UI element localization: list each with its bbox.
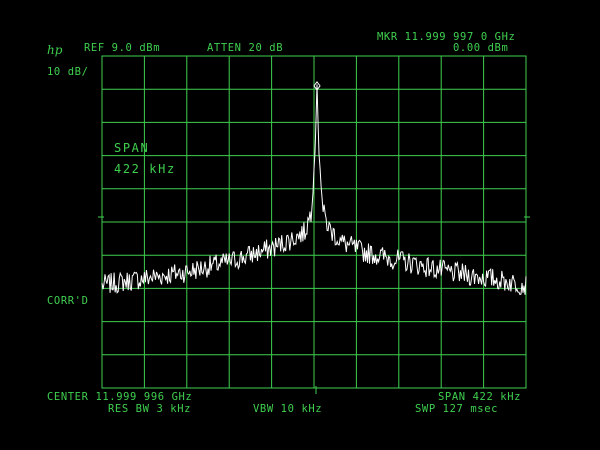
ref-level-readout: REF 9.0 dBm bbox=[84, 42, 161, 54]
resolution-bandwidth-readout: RES BW 3 kHz bbox=[108, 403, 192, 415]
span-title: SPAN bbox=[114, 141, 150, 155]
attenuation-readout: ATTEN 20 dB bbox=[207, 42, 284, 54]
center-frequency-readout: CENTER 11.999 996 GHz bbox=[47, 391, 193, 403]
spectrum-display bbox=[98, 55, 530, 394]
marker-level-readout: 0.00 dBm bbox=[453, 42, 509, 54]
graticule bbox=[98, 55, 530, 394]
hp-logo: hp bbox=[47, 43, 63, 57]
correction-indicator: CORR'D bbox=[47, 295, 89, 307]
span-readout: SPAN 422 kHz bbox=[438, 391, 522, 403]
sweep-time-readout: SWP 127 msec bbox=[415, 403, 499, 415]
scale-readout: 10 dB/ bbox=[47, 66, 89, 78]
span-value: 422 kHz bbox=[114, 162, 176, 176]
video-bandwidth-readout: VBW 10 kHz bbox=[253, 403, 323, 415]
